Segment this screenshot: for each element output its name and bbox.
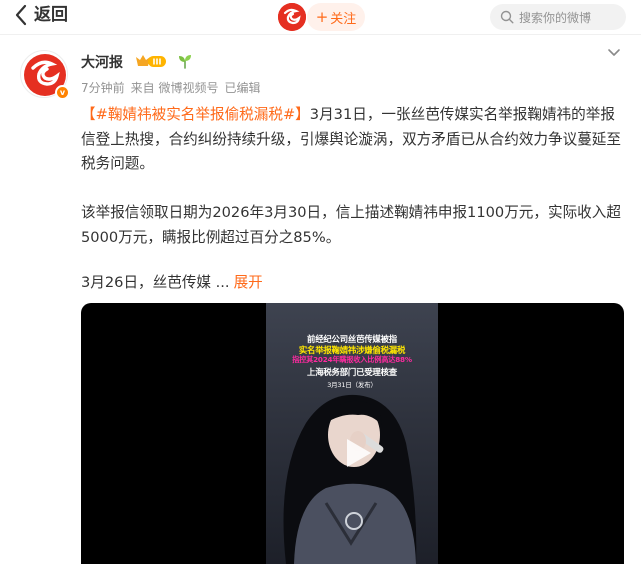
search-input[interactable]: 搜索你的微博 bbox=[490, 4, 626, 30]
caption-date: 3月31日（发布） bbox=[327, 381, 377, 389]
follow-button[interactable]: + 关注 bbox=[307, 3, 365, 31]
post-truncated-line: 3月26日，丝芭传媒 ... 展开 bbox=[81, 271, 263, 295]
verified-badge-icon: v bbox=[55, 85, 70, 100]
post-source[interactable]: 来自 微博视频号 bbox=[131, 81, 219, 95]
caption-line-3: 指控其2024年瞒报收入比例高达88% bbox=[292, 355, 412, 364]
search-icon bbox=[500, 10, 514, 24]
video-thumbnail: 前经纪公司丝芭传媒被指 实名举报鞠婧祎涉嫌偷税漏税 指控其2024年瞒报收入比例… bbox=[266, 303, 438, 564]
sprout-icon[interactable] bbox=[178, 53, 192, 69]
author-name[interactable]: 大河报 bbox=[81, 52, 123, 72]
search-placeholder: 搜索你的微博 bbox=[519, 10, 592, 25]
play-icon[interactable] bbox=[339, 435, 375, 471]
expand-link[interactable]: 展开 bbox=[234, 274, 263, 291]
truncated-text: 3月26日，丝芭传媒 ... bbox=[81, 274, 230, 291]
back-label: 返回 bbox=[34, 5, 68, 25]
chevron-left-icon bbox=[15, 4, 27, 26]
header-divider bbox=[0, 34, 641, 35]
video-player[interactable]: 前经纪公司丝芭传媒被指 实名举报鞠婧祎涉嫌偷税漏税 指控其2024年瞒报收入比例… bbox=[81, 303, 624, 564]
edited-label: 已编辑 bbox=[224, 81, 261, 95]
post-meta: 7分钟前 来自 微博视频号 已编辑 bbox=[81, 79, 266, 96]
post-paragraph-2: 该举报信领取日期为2026年3月30日，信上描述鞠婧祎申报1100万元，实际收入… bbox=[81, 204, 621, 246]
back-button[interactable]: 返回 bbox=[14, 4, 68, 26]
caption-line-4: 上海税务部门已受理核查 bbox=[307, 367, 397, 377]
chevron-down-icon[interactable] bbox=[607, 48, 621, 58]
post-paragraph-1: 【#鞠婧祎被实名举报偷税漏税#】3月31日，一张丝芭传媒实名举报鞠婧祎的举报信登… bbox=[81, 103, 626, 177]
plus-icon: + bbox=[315, 8, 329, 26]
top-bar: 返回 + 关注 搜索你的微博 bbox=[0, 0, 641, 34]
topic-hashtag-link[interactable]: 【#鞠婧祎被实名举报偷税漏税#】 bbox=[81, 106, 310, 123]
follow-label: 关注 bbox=[330, 11, 357, 27]
post-time: 7分钟前 bbox=[81, 81, 125, 95]
post-text: 【#鞠婧祎被实名举报偷税漏税#】3月31日，一张丝芭传媒实名举报鞠婧祎的举报信登… bbox=[81, 103, 626, 275]
svg-text:III: III bbox=[153, 58, 162, 67]
account-logo-icon[interactable] bbox=[278, 3, 306, 31]
vip-badge-icon[interactable]: III bbox=[134, 53, 168, 69]
